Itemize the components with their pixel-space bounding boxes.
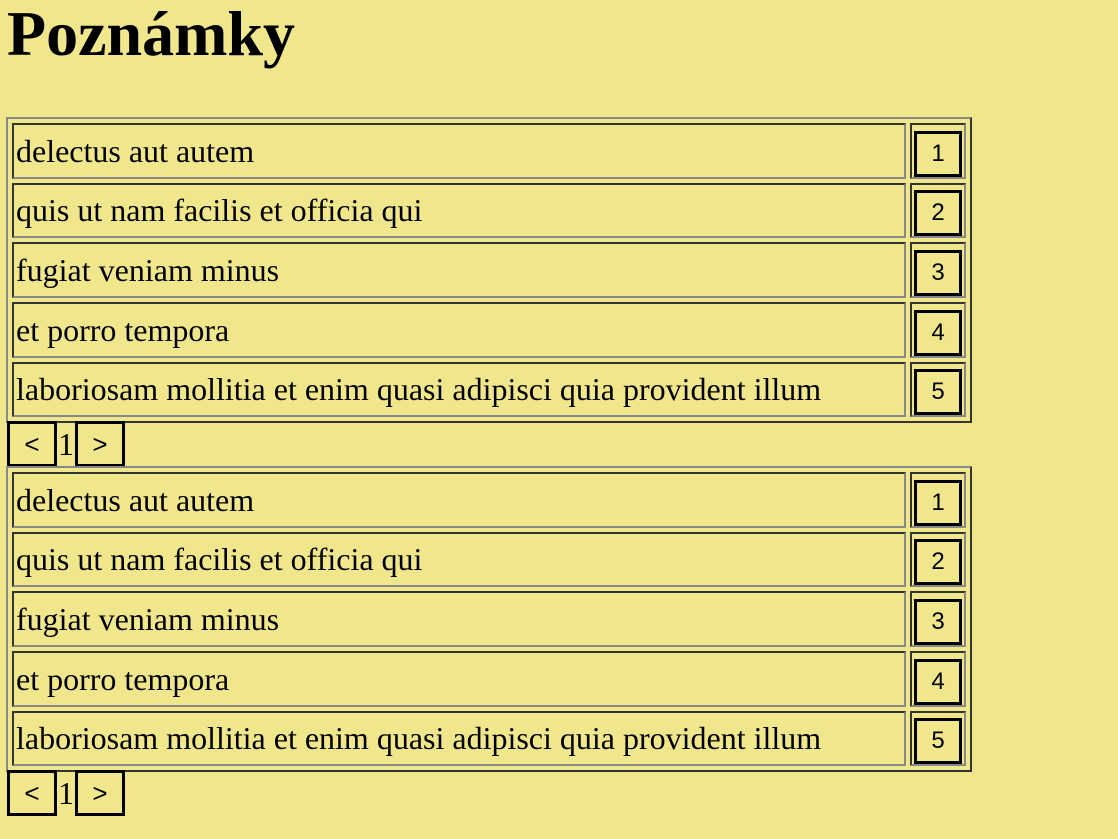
prev-page-button[interactable]: <	[7, 770, 57, 816]
note-number-button[interactable]: 4	[914, 658, 962, 705]
note-number-button[interactable]: 2	[914, 190, 962, 237]
note-number-button[interactable]: 1	[914, 130, 962, 177]
table-row: laboriosam mollitia et enim quasi adipis…	[12, 361, 966, 418]
note-title: laboriosam mollitia et enim quasi adipis…	[12, 710, 906, 767]
note-number-button[interactable]: 1	[914, 479, 962, 526]
note-number-button[interactable]: 4	[914, 309, 962, 356]
notes-table: delectus aut autem 1 quis ut nam facilis…	[6, 466, 972, 773]
note-title: fugiat veniam minus	[12, 591, 906, 647]
page-number: 1	[58, 775, 74, 811]
notes-table: delectus aut autem 1 quis ut nam facilis…	[6, 117, 972, 424]
prev-page-button[interactable]: <	[7, 421, 57, 467]
note-title: delectus aut autem	[12, 123, 906, 179]
pager-2: < 1 >	[7, 770, 125, 816]
note-title: delectus aut autem	[12, 472, 906, 528]
note-title: laboriosam mollitia et enim quasi adipis…	[12, 361, 906, 418]
note-title: fugiat veniam minus	[12, 242, 906, 298]
next-page-button[interactable]: >	[75, 421, 125, 467]
note-number-button[interactable]: 2	[914, 539, 962, 586]
note-title: quis ut nam facilis et officia qui	[12, 182, 906, 239]
note-title: quis ut nam facilis et officia qui	[12, 531, 906, 588]
page-title: Poznámky	[7, 0, 295, 69]
table-row: laboriosam mollitia et enim quasi adipis…	[12, 710, 966, 767]
table-row: delectus aut autem 1	[12, 123, 966, 179]
table-row: et porro tempora 4	[12, 650, 966, 707]
notes-list-2: delectus aut autem 1 quis ut nam facilis…	[6, 466, 972, 773]
notes-list-1: delectus aut autem 1 quis ut nam facilis…	[6, 117, 972, 424]
note-number-button[interactable]: 3	[914, 598, 962, 645]
pager-1: < 1 >	[7, 421, 125, 467]
table-row: et porro tempora 4	[12, 301, 966, 358]
note-number-button[interactable]: 5	[914, 369, 962, 416]
table-row: quis ut nam facilis et officia qui 2	[12, 182, 966, 239]
table-row: fugiat veniam minus 3	[12, 591, 966, 647]
next-page-button[interactable]: >	[75, 770, 125, 816]
note-number-button[interactable]: 5	[914, 718, 962, 765]
page-number: 1	[58, 426, 74, 462]
table-row: fugiat veniam minus 3	[12, 242, 966, 298]
table-row: quis ut nam facilis et officia qui 2	[12, 531, 966, 588]
note-title: et porro tempora	[12, 650, 906, 707]
note-title: et porro tempora	[12, 301, 906, 358]
table-row: delectus aut autem 1	[12, 472, 966, 528]
note-number-button[interactable]: 3	[914, 249, 962, 296]
